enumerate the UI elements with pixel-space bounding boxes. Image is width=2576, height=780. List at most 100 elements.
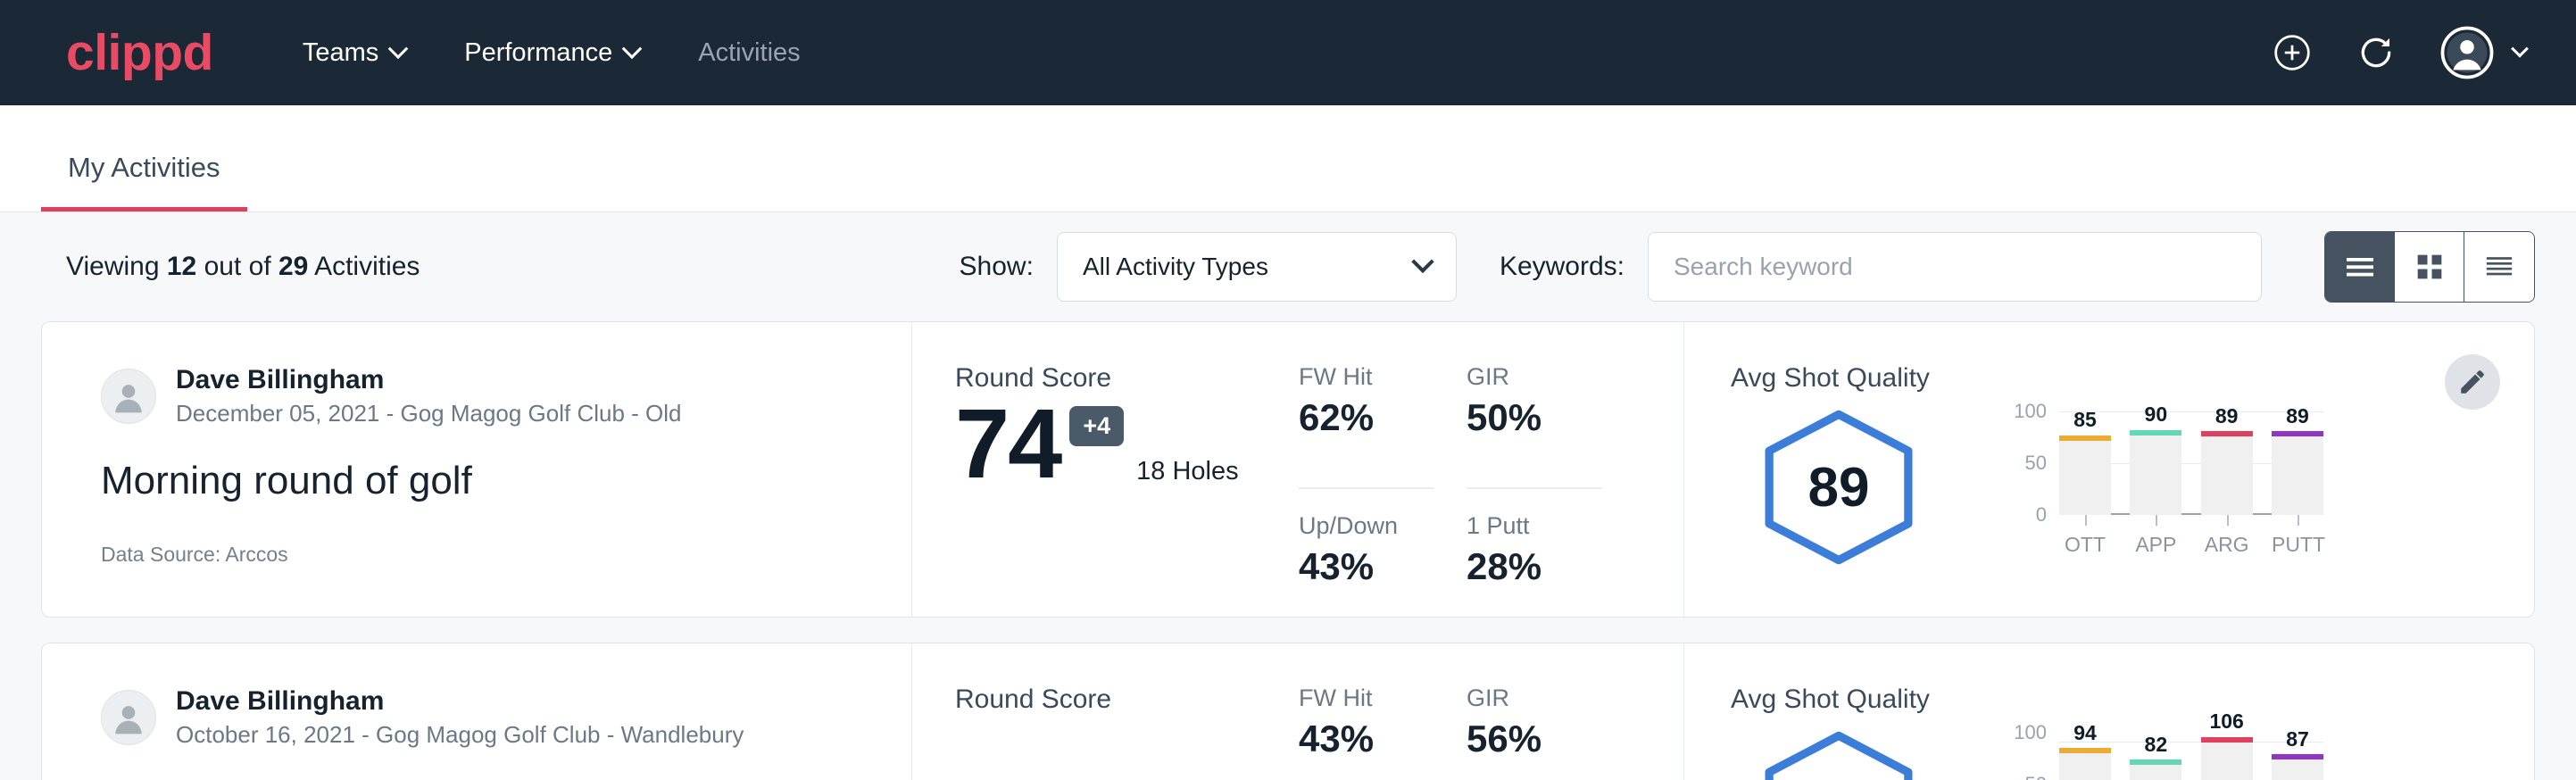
round-score-value-row: 74 +4 18 Holes bbox=[955, 395, 1299, 494]
bar-column-app: 82 bbox=[2130, 733, 2181, 780]
user-name: Dave Billingham bbox=[176, 685, 744, 718]
nav-item-performance[interactable]: Performance bbox=[464, 38, 639, 68]
refresh-icon bbox=[2356, 33, 2396, 72]
round-score-section: Round Score 74 +4 18 Holes FW Hit 62% GI… bbox=[912, 322, 1684, 617]
filter-controls: Show: All Activity Types Keywords: bbox=[960, 231, 2535, 303]
x-tick-label: APP bbox=[2130, 533, 2181, 557]
tab-label: My Activities bbox=[68, 152, 220, 183]
chart-plot-area: 94 82 bbox=[2059, 733, 2323, 780]
stat-gir: GIR 50% bbox=[1467, 363, 1602, 489]
x-tick-label: PUTT bbox=[2272, 533, 2323, 557]
quality-hexagon bbox=[1756, 729, 1922, 780]
nav-item-label: Performance bbox=[464, 38, 612, 68]
search-input[interactable] bbox=[1648, 232, 2262, 302]
activity-title: Morning round of golf bbox=[101, 459, 911, 503]
stat-fw-hit: FW Hit 62% bbox=[1299, 363, 1434, 489]
activity-type-select[interactable]: All Activity Types bbox=[1057, 232, 1457, 302]
nav-item-activities[interactable]: Activities bbox=[698, 38, 800, 68]
bar bbox=[2059, 748, 2111, 780]
grid-view-button[interactable] bbox=[2395, 232, 2464, 302]
user-avatar-icon bbox=[2440, 26, 2494, 79]
stat-value: 50% bbox=[1467, 396, 1602, 439]
chart-y-axis: 100 50 0 bbox=[2000, 411, 2047, 515]
bar-value: 94 bbox=[2059, 721, 2111, 745]
bar bbox=[2059, 436, 2111, 515]
stat-gir: GIR 56% bbox=[1467, 685, 1602, 780]
quality-body: 89 100 50 0 bbox=[1731, 399, 2534, 567]
user-row: Dave Billingham October 16, 2021 - Gog M… bbox=[101, 685, 911, 750]
stat-label: GIR bbox=[1467, 363, 1602, 391]
tab-my-activities[interactable]: My Activities bbox=[41, 152, 247, 212]
round-score-section: Round Score FW Hit 43% GIR 56% bbox=[912, 643, 1684, 780]
bar-value: 106 bbox=[2201, 709, 2253, 734]
bar-value: 85 bbox=[2059, 408, 2111, 432]
refresh-button[interactable] bbox=[2356, 33, 2396, 72]
stat-label: 1 Putt bbox=[1467, 512, 1602, 540]
activity-card[interactable]: Dave Billingham December 05, 2021 - Gog … bbox=[41, 321, 2535, 618]
plus-circle-icon bbox=[2273, 33, 2312, 72]
stat-one-putt: 1 Putt 28% bbox=[1467, 489, 1602, 617]
main-nav: Teams Performance Activities bbox=[303, 38, 801, 68]
x-tickmark bbox=[2156, 515, 2157, 526]
activity-card[interactable]: Dave Billingham October 16, 2021 - Gog M… bbox=[41, 643, 2535, 780]
bar-column-putt: 87 bbox=[2272, 733, 2323, 780]
bar bbox=[2272, 754, 2323, 780]
bar-cap bbox=[2272, 431, 2323, 436]
chart-plot-area: 85 90 bbox=[2059, 411, 2323, 515]
holes-played: 18 Holes bbox=[1136, 457, 1238, 486]
activity-meta: October 16, 2021 - Gog Magog Golf Club -… bbox=[176, 720, 744, 751]
user-avatar-icon bbox=[109, 698, 148, 737]
bar-column-arg: 89 bbox=[2201, 411, 2253, 515]
bar-column-app: 90 bbox=[2130, 411, 2181, 515]
bar-value: 90 bbox=[2130, 402, 2181, 427]
bar-column-putt: 89 bbox=[2272, 411, 2323, 515]
nav-item-label: Teams bbox=[303, 38, 378, 68]
app-logo[interactable]: clippd bbox=[66, 28, 213, 79]
list-view-button[interactable] bbox=[2325, 232, 2395, 302]
activity-meta: December 05, 2021 - Gog Magog Golf Club … bbox=[176, 399, 682, 429]
avatar bbox=[101, 690, 156, 745]
bar-value: 89 bbox=[2201, 404, 2253, 428]
y-tick: 50 bbox=[2025, 452, 2047, 475]
bar-value: 89 bbox=[2272, 404, 2323, 428]
bar bbox=[2130, 430, 2181, 515]
list-icon bbox=[2342, 249, 2378, 285]
stat-value: 62% bbox=[1299, 396, 1434, 439]
viewing-suffix: Activities bbox=[314, 252, 420, 281]
bar-cap bbox=[2201, 737, 2253, 743]
x-tickmark bbox=[2085, 515, 2087, 526]
stat-grid: FW Hit 43% GIR 56% bbox=[1299, 685, 1602, 780]
chevron-down-icon bbox=[1411, 251, 1433, 273]
add-activity-button[interactable] bbox=[2273, 33, 2312, 72]
bar-cap bbox=[2130, 759, 2181, 765]
viewing-count: 12 bbox=[167, 252, 196, 281]
user-name: Dave Billingham bbox=[176, 363, 682, 397]
compact-view-button[interactable] bbox=[2464, 232, 2534, 302]
edit-activity-button[interactable] bbox=[2445, 354, 2500, 410]
activity-list[interactable]: Dave Billingham December 05, 2021 - Gog … bbox=[0, 321, 2576, 780]
nav-item-teams[interactable]: Teams bbox=[303, 38, 405, 68]
chevron-down-icon bbox=[388, 38, 409, 59]
header-actions bbox=[2273, 26, 2526, 79]
bar-cap bbox=[2059, 748, 2111, 753]
filter-bar: Viewing 12 out of 29 Activities Show: Al… bbox=[0, 212, 2576, 321]
score-to-par-badge: +4 bbox=[1069, 406, 1124, 446]
round-score-label: Round Score bbox=[955, 685, 1299, 715]
chart-y-axis: 100 50 0 bbox=[2000, 733, 2047, 780]
x-tickmark bbox=[2298, 515, 2299, 526]
user-avatar-icon bbox=[109, 377, 148, 416]
activity-data-source: Data Source: Arccos bbox=[101, 543, 911, 567]
bar-column-ott: 85 bbox=[2059, 411, 2111, 515]
avg-shot-quality-section: Avg Shot Quality 89 100 50 0 bbox=[1684, 322, 2534, 617]
avg-shot-quality-value: 89 bbox=[1756, 408, 1922, 567]
round-score-block: Round Score 74 +4 18 Holes bbox=[955, 363, 1299, 617]
app-header: clippd Teams Performance Activities bbox=[0, 0, 2576, 105]
user-row: Dave Billingham December 05, 2021 - Gog … bbox=[101, 363, 911, 428]
bar-cap bbox=[2201, 431, 2253, 436]
user-menu-button[interactable] bbox=[2440, 26, 2526, 79]
shot-quality-chart: 100 50 0 bbox=[2000, 733, 2323, 780]
bar-cap bbox=[2059, 436, 2111, 441]
bar bbox=[2201, 737, 2253, 780]
round-score-block: Round Score bbox=[955, 685, 1299, 780]
viewing-total: 29 bbox=[278, 252, 308, 281]
